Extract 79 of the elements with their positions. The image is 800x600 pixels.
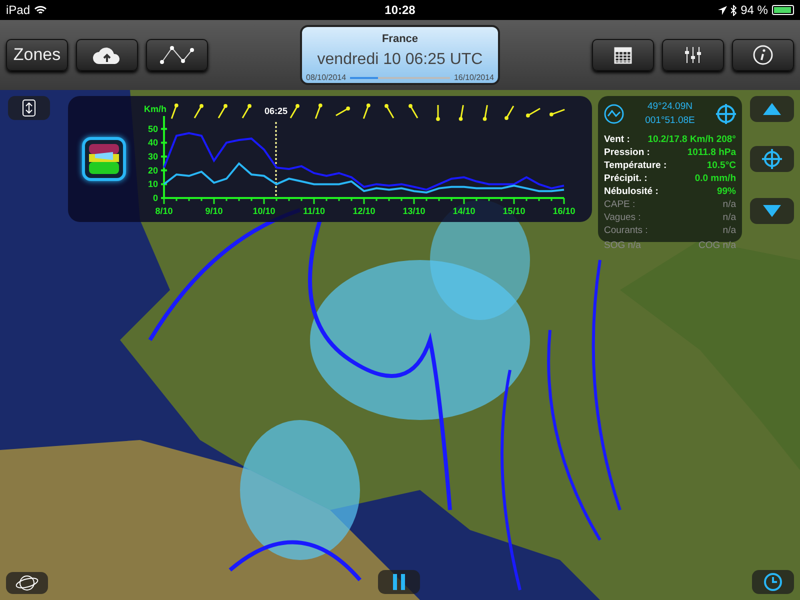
date-panel[interactable]: France vendredi 10 06:25 UTC 08/10/2014 16/10/2014 — [300, 25, 500, 85]
y-axis-label: Km/h — [144, 104, 166, 114]
location-arrow-icon — [718, 6, 727, 14]
rotate-button[interactable] — [6, 572, 48, 594]
y-tick-label: 10 — [148, 179, 158, 190]
sliders-icon — [684, 47, 702, 63]
windsock-icon — [89, 144, 119, 174]
info-label: Nébulosité : — [604, 184, 658, 198]
info-value: n/a — [722, 224, 736, 236]
info-value: 10.2/17.8 Km/h 208° — [648, 132, 736, 146]
resize-icon — [22, 99, 36, 117]
info-label: Vent : — [604, 132, 630, 146]
x-tick-label: 13/10 — [402, 206, 426, 216]
pause-icon — [393, 574, 405, 590]
crosshair-icon[interactable] — [716, 104, 736, 124]
upload-button[interactable] — [76, 39, 138, 71]
x-tick-label: 14/10 — [452, 206, 476, 216]
clock-icon — [763, 572, 783, 592]
y-tick-label: 40 — [148, 138, 158, 148]
wifi-icon — [34, 5, 48, 15]
start-date: 08/10/2014 — [306, 72, 346, 84]
clock-button[interactable] — [752, 570, 794, 594]
windsock-button[interactable] — [82, 137, 126, 181]
info-icon — [753, 45, 773, 65]
pause-button[interactable] — [378, 570, 420, 594]
info-value: 1011.8 hPa — [687, 146, 736, 158]
current-time-label: 06:25 — [264, 106, 288, 116]
info-value: n/a — [722, 210, 736, 224]
x-tick-label: 12/10 — [352, 206, 376, 216]
y-tick-label: 30 — [148, 152, 158, 162]
crosshair-icon — [762, 149, 782, 169]
globe-rotate-icon — [15, 574, 39, 592]
locate-button[interactable] — [750, 146, 794, 172]
route-button[interactable] — [146, 39, 208, 71]
x-tick-label: 10/10 — [252, 206, 276, 216]
cloud-upload-icon — [93, 46, 121, 64]
resize-button[interactable] — [8, 96, 50, 120]
info-value: n/a — [722, 198, 736, 210]
y-tick-label: 50 — [148, 124, 158, 134]
info-button[interactable] — [732, 39, 794, 71]
up-triangle-icon — [763, 103, 781, 115]
battery-icon — [772, 5, 794, 15]
device-name: iPad — [6, 2, 30, 19]
info-value: 99% — [716, 184, 736, 198]
x-tick-label: 8/10 — [155, 206, 173, 216]
zones-button[interactable]: Zones — [6, 39, 68, 71]
sog-value: SOG n/a — [604, 238, 641, 252]
x-tick-label: 9/10 — [205, 206, 223, 216]
down-triangle-icon — [763, 205, 781, 217]
info-label: Pression : — [604, 146, 650, 158]
settings-button[interactable] — [662, 39, 724, 71]
route-icon — [159, 45, 195, 65]
longitude: 001°51.08E — [645, 114, 695, 128]
info-label: CAPE : — [604, 198, 636, 210]
battery-percent: 94 % — [740, 2, 768, 19]
x-tick-label: 16/10 — [552, 206, 576, 216]
graph-icon[interactable] — [604, 104, 624, 124]
y-tick-label: 0 — [152, 193, 158, 203]
bluetooth-icon — [730, 4, 737, 16]
latitude: 49°24.09N — [647, 100, 692, 114]
info-label: Vagues : — [604, 210, 641, 224]
info-label: Courants : — [604, 224, 648, 236]
info-label: Précipit. : — [604, 172, 648, 184]
timeline-track[interactable] — [350, 76, 450, 78]
forecast-datetime: vendredi 10 06:25 UTC — [317, 50, 483, 70]
calendar-icon — [614, 46, 632, 64]
cog-value: COG n/a — [698, 238, 736, 252]
info-label: Température : — [604, 158, 667, 172]
info-value: 0.0 mm/h — [694, 172, 736, 184]
zone-name: France — [382, 32, 418, 47]
x-tick-label: 15/10 — [502, 206, 526, 216]
scroll-down-button[interactable] — [750, 198, 794, 224]
scroll-up-button[interactable] — [750, 96, 794, 122]
info-value: 10.5°C — [706, 158, 736, 172]
end-date: 16/10/2014 — [454, 72, 494, 84]
x-tick-label: 11/10 — [302, 206, 326, 216]
clock-time: 10:28 — [384, 2, 416, 19]
y-tick-label: 20 — [148, 165, 158, 176]
calendar-button[interactable] — [592, 39, 654, 71]
